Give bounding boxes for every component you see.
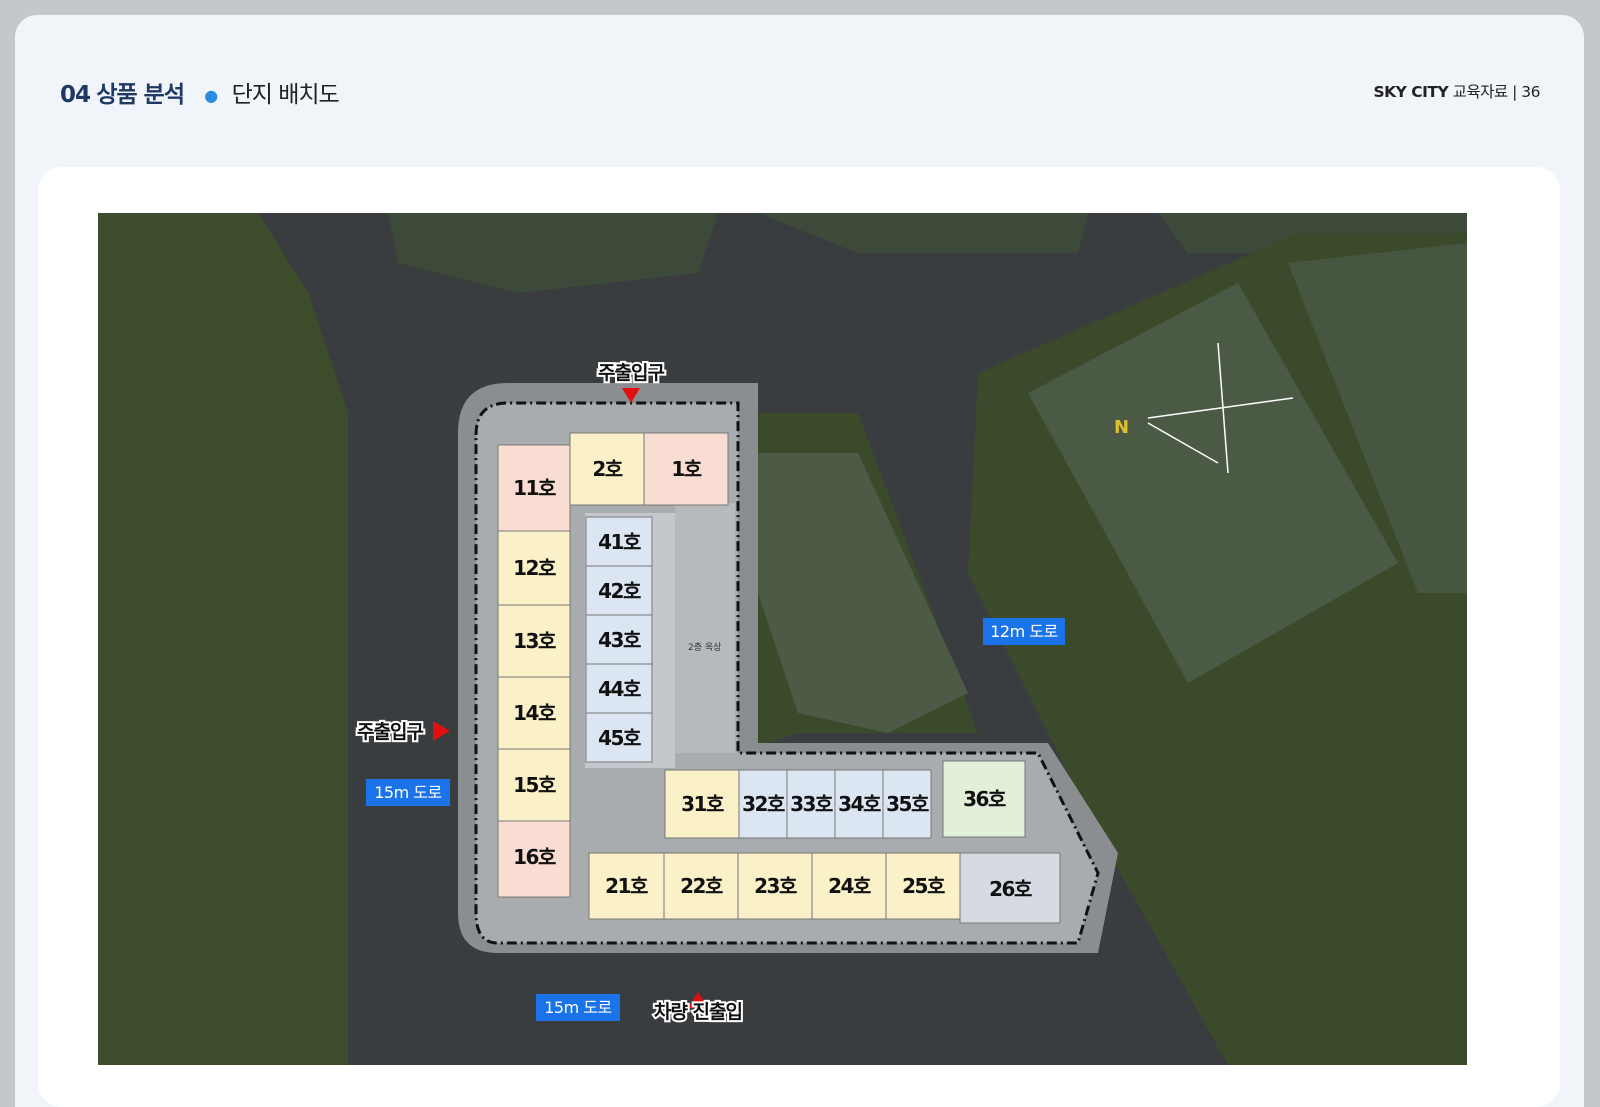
separator: |	[1512, 83, 1517, 101]
unit-33-label: 33호	[790, 792, 833, 816]
road-tag-12m: 12m 도로	[983, 618, 1065, 645]
unit-43-label: 43호	[598, 628, 641, 652]
doc-info: SKY CITY 교육자료 | 36	[1373, 80, 1540, 102]
unit-11-label: 11호	[513, 476, 556, 500]
unit-25-label: 25호	[902, 874, 945, 898]
unit-1-label: 1호	[671, 457, 701, 481]
unit-22-label: 22호	[680, 874, 723, 898]
units-west-column: 11호 12호 13호 14호 15호 16호	[497, 444, 571, 898]
compass-n: N	[1114, 417, 1129, 438]
road-tag-15m-west: 15m 도로	[366, 779, 450, 806]
slide-header: 04 상품 분석 ● 단지 배치도	[60, 75, 340, 109]
grass-west	[98, 213, 348, 1065]
unit-16-label: 16호	[513, 845, 556, 869]
page-title: 단지 배치도	[231, 82, 340, 108]
roof-deck	[675, 503, 735, 753]
unit-45-label: 45호	[598, 726, 641, 750]
unit-31-label: 31호	[681, 792, 724, 816]
unit-21-label: 21호	[605, 874, 648, 898]
units-bottom-row: 21호 22호 23호 24호 25호 26호	[588, 852, 1061, 924]
doc-type: 교육자료	[1452, 83, 1509, 101]
roof-deck-label: 2층 옥상	[688, 642, 721, 653]
units-top-row: 2호 1호	[569, 432, 729, 506]
unit-35-label: 35호	[886, 792, 929, 816]
section-number: 04	[60, 82, 91, 108]
unit-24-label: 24호	[828, 874, 871, 898]
site-plan: 2층 옥상 N 11호 12호 13호 14호 15호 16호 2호 1호 41…	[98, 213, 1467, 1065]
road-tag-12m-label: 12m 도로	[990, 622, 1057, 641]
unit-44-label: 44호	[598, 677, 641, 701]
unit-32-label: 32호	[742, 792, 785, 816]
unit-12-label: 12호	[513, 556, 556, 580]
unit-13-label: 13호	[513, 629, 556, 653]
unit-36-label: 36호	[963, 787, 1006, 811]
unit-26-label: 26호	[989, 877, 1032, 901]
vehicle-entrance-label: 차량 진출입	[654, 1001, 742, 1023]
road-tag-15m-west-label: 15m 도로	[374, 783, 441, 802]
road-tag-15m-south: 15m 도로	[536, 994, 620, 1021]
road-tag-15m-south-label: 15m 도로	[544, 998, 611, 1017]
units-inner-column: 41호 42호 43호 44호 45호	[585, 516, 653, 763]
page-number: 36	[1521, 83, 1540, 101]
site-plan-drawing: 2층 옥상 N 11호 12호 13호 14호 15호 16호 2호 1호 41…	[98, 213, 1467, 1065]
brand-name: SKY CITY	[1373, 83, 1449, 101]
unit-41-label: 41호	[598, 530, 641, 554]
unit-23-label: 23호	[754, 874, 797, 898]
unit-42-label: 42호	[598, 579, 641, 603]
entrance-north-label: 주출입구	[598, 362, 664, 384]
unit-14-label: 14호	[513, 701, 556, 725]
section-title: 상품 분석	[96, 82, 185, 108]
bullet-dot-icon: ●	[204, 86, 218, 105]
entrance-west-label: 주출입구	[357, 721, 423, 743]
units-middle-row: 31호 32호 33호 34호 35호 36호	[664, 760, 1026, 839]
unit-15-label: 15호	[513, 773, 556, 797]
unit-2-label: 2호	[592, 457, 622, 481]
unit-34-label: 34호	[838, 792, 881, 816]
